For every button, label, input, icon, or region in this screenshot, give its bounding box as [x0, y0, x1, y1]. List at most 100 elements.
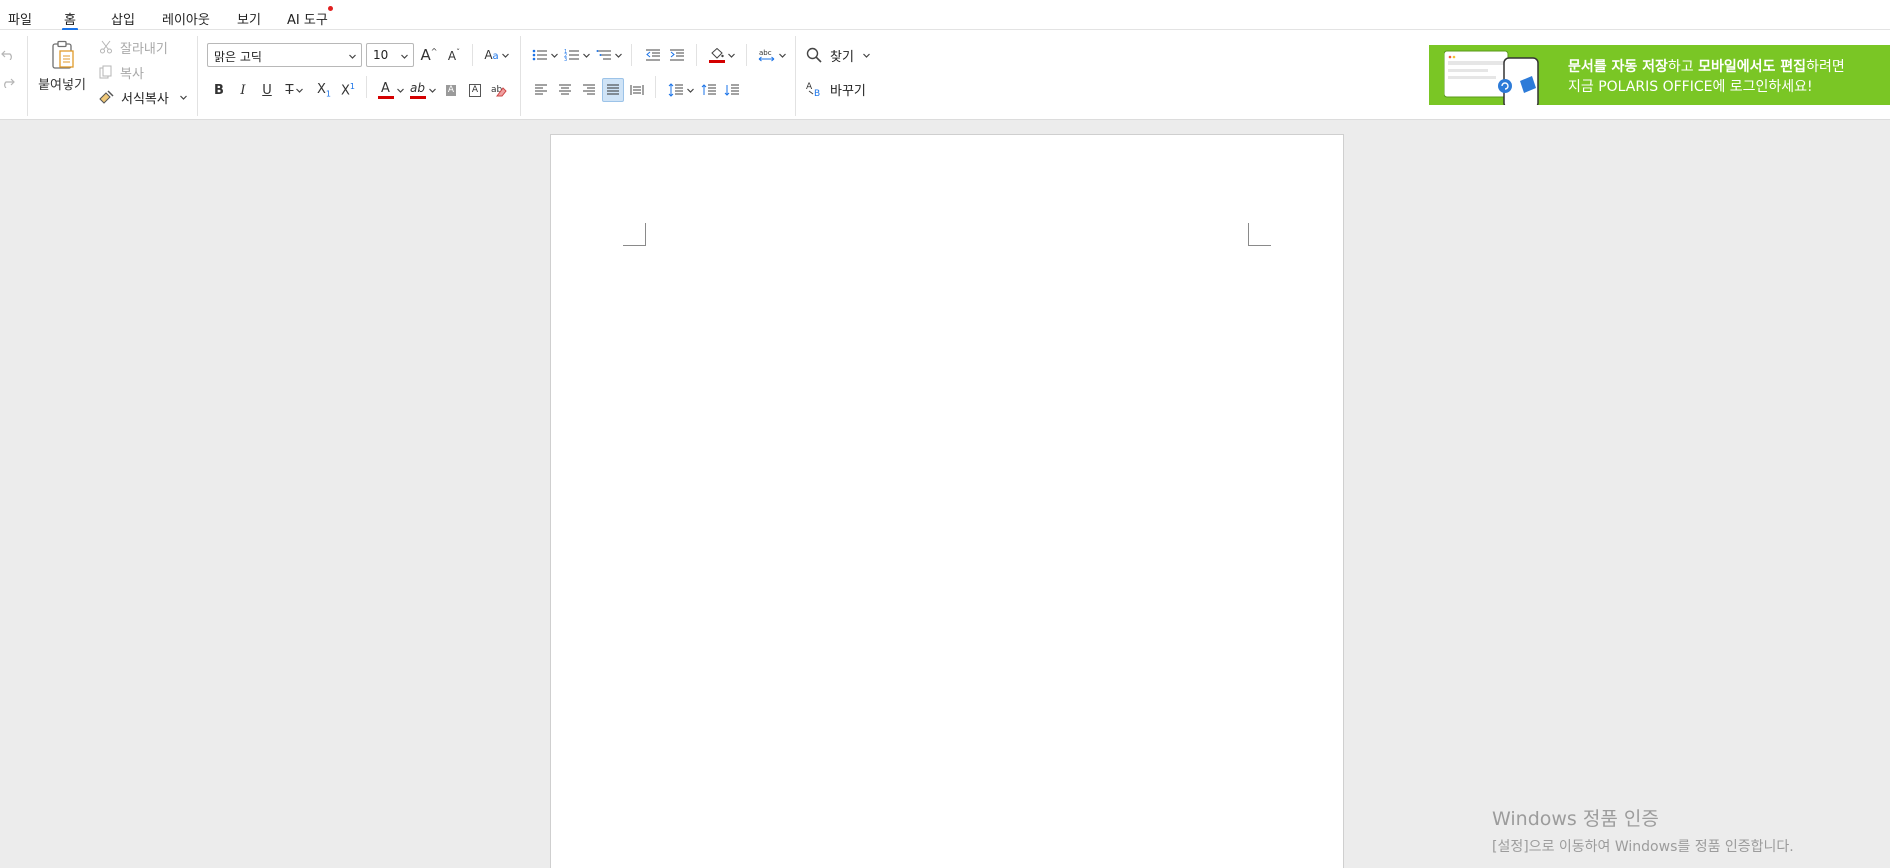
- chevron-down-icon: [396, 88, 404, 93]
- align-center-button[interactable]: [555, 78, 575, 102]
- menu-ai-tools[interactable]: AI 도구: [287, 6, 333, 28]
- menu-file[interactable]: 파일: [8, 9, 32, 28]
- line-spacing-icon: [668, 83, 683, 97]
- font-name-select[interactable]: 맑은 고딕: [207, 43, 362, 67]
- space-after-button[interactable]: [722, 78, 742, 102]
- format-painter-button[interactable]: 서식복사: [99, 86, 188, 108]
- change-case-button[interactable]: Aa: [482, 43, 512, 67]
- italic-icon: I: [240, 82, 246, 98]
- font-size-value: 10: [373, 48, 389, 62]
- find-button[interactable]: 찾기: [806, 43, 871, 67]
- distribute-button[interactable]: [627, 78, 647, 102]
- align-left-icon: [535, 84, 547, 95]
- justify-button[interactable]: [602, 78, 624, 102]
- strikethrough-icon: T: [285, 82, 294, 98]
- separator: [197, 36, 198, 116]
- banner-text-end: 하려면: [1806, 59, 1845, 75]
- replace-label: 바꾸기: [830, 83, 866, 99]
- clear-format-icon: ab: [491, 85, 507, 97]
- highlight-color-button[interactable]: ab: [408, 78, 438, 102]
- numbered-list-button[interactable]: 123: [563, 43, 591, 67]
- copy-label: 복사: [120, 66, 144, 82]
- bold-button[interactable]: B: [209, 78, 229, 102]
- space-before-button[interactable]: [699, 78, 719, 102]
- separator: [472, 44, 473, 66]
- clear-format-button[interactable]: ab: [489, 78, 509, 102]
- redo-button[interactable]: [0, 70, 16, 94]
- decrease-indent-button[interactable]: [642, 43, 664, 67]
- banner-bold-2: 모바일에서도 편집: [1698, 59, 1807, 75]
- menu-layout[interactable]: 레이아웃: [162, 9, 210, 28]
- font-name-value: 맑은 고딕: [214, 50, 262, 64]
- multilevel-list-button[interactable]: [595, 43, 623, 67]
- new-badge-dot: [327, 6, 333, 11]
- space-before-icon: [701, 84, 716, 95]
- separator: [746, 44, 747, 66]
- watermark-subtitle: [설정]으로 이동하여 Windows를 정품 인증합니다.: [1492, 839, 1794, 855]
- align-center-icon: [559, 84, 571, 95]
- char-border-button[interactable]: A: [466, 78, 484, 102]
- justify-icon: [607, 84, 619, 95]
- scissors-icon: [100, 40, 112, 54]
- watermark-title: Windows 정품 인증: [1492, 808, 1659, 830]
- separator: [631, 44, 632, 66]
- font-color-button[interactable]: A: [376, 78, 406, 102]
- separator: [27, 36, 28, 116]
- decrease-indent-icon: [646, 49, 660, 61]
- underline-button[interactable]: U: [257, 78, 277, 102]
- paragraph-shading-button[interactable]: [706, 43, 738, 67]
- redo-icon: [4, 78, 15, 88]
- increase-indent-button[interactable]: [666, 43, 688, 67]
- superscript-icon: X1: [341, 81, 355, 99]
- format-painter-label: 서식복사: [121, 91, 169, 107]
- highlight-icon: ab: [409, 81, 426, 99]
- separator: [696, 44, 697, 66]
- align-right-button[interactable]: [579, 78, 599, 102]
- shrink-font-icon: Aˇ: [447, 47, 461, 63]
- replace-icon: AB: [806, 82, 820, 97]
- character-spacing-button[interactable]: abc: [757, 43, 787, 67]
- line-spacing-button[interactable]: [667, 78, 695, 102]
- distribute-icon: [630, 85, 644, 95]
- char-shading-button[interactable]: A: [442, 78, 460, 102]
- svg-text:3: 3: [564, 57, 567, 62]
- bullet-list-button[interactable]: [531, 43, 559, 67]
- chevron-down-icon: [401, 54, 408, 59]
- cut-button[interactable]: 잘라내기: [99, 36, 168, 58]
- strikethrough-button[interactable]: T: [281, 78, 309, 102]
- chevron-down-icon: [349, 54, 356, 59]
- shrink-font-button[interactable]: Aˇ: [443, 43, 465, 67]
- copy-icon: [99, 65, 112, 79]
- replace-button[interactable]: AB 바꾸기: [806, 77, 866, 101]
- separator: [655, 76, 656, 98]
- undo-icon: [1, 50, 12, 60]
- chevron-down-icon: [296, 88, 304, 93]
- change-case-icon: Aa: [484, 48, 499, 62]
- subscript-button[interactable]: X1: [313, 78, 335, 102]
- menu-ai-tools-label: AI 도구: [287, 13, 328, 28]
- menu-home[interactable]: 홈: [62, 9, 78, 31]
- chevron-down-icon: [179, 95, 187, 100]
- font-size-select[interactable]: 10: [366, 43, 414, 67]
- grow-font-button[interactable]: A^: [418, 43, 440, 67]
- svg-text:abc: abc: [759, 49, 772, 57]
- superscript-button[interactable]: X1: [337, 78, 359, 102]
- undo-button[interactable]: [0, 42, 16, 66]
- svg-text:A: A: [806, 82, 813, 92]
- separator: [366, 76, 367, 98]
- menu-insert[interactable]: 삽입: [111, 9, 135, 28]
- login-promo-banner[interactable]: 문서를 자동 저장하고 모바일에서도 편집하려면 지금 POLARIS OFFI…: [1429, 45, 1890, 105]
- multilevel-list-icon: [596, 50, 611, 60]
- numbered-list-icon: 123: [564, 49, 579, 62]
- menu-view[interactable]: 보기: [237, 9, 261, 28]
- paste-button[interactable]: 붙여넣기: [34, 36, 90, 96]
- align-left-button[interactable]: [531, 78, 551, 102]
- banner-text-mid: 하고: [1667, 59, 1699, 75]
- italic-button[interactable]: I: [233, 78, 253, 102]
- underline-icon: U: [262, 82, 272, 98]
- space-after-icon: [724, 84, 739, 96]
- chevron-down-icon: [428, 88, 436, 93]
- document-page[interactable]: [550, 134, 1344, 868]
- paste-label: 붙여넣기: [38, 77, 86, 93]
- copy-button[interactable]: 복사: [99, 61, 144, 83]
